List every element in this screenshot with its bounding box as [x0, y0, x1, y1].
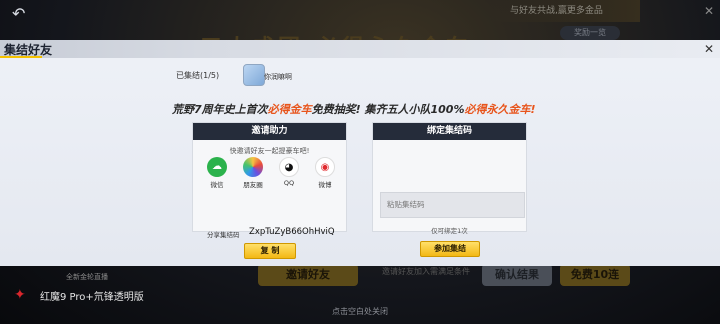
- headline-prefix: 荒野7周年史上首次: [172, 103, 268, 116]
- top-ticker: 与好友共战,赢更多金品: [490, 0, 640, 22]
- moments-icon: [243, 157, 263, 177]
- gathered-count: 已集结(1/5): [176, 71, 220, 80]
- background-free-button: 免费10连: [560, 264, 630, 286]
- share-qq[interactable]: ◕ QQ: [274, 157, 304, 189]
- avatar-name: 你润嘛啊: [264, 73, 292, 81]
- ticker-text: 与好友共战,赢更多金品: [510, 6, 603, 16]
- bind-panel-header: 绑定集结码: [373, 123, 526, 140]
- gather-friends-modal: 集结好友 ✕ 已集结(1/5) 你润嘛啊 荒野7周年史上首次必得金车免费抽奖! …: [0, 40, 720, 266]
- back-icon[interactable]: ↶: [12, 6, 42, 22]
- tap-blank-to-close[interactable]: 点击空白处关闭: [0, 306, 720, 317]
- background-invite-button: 邀请好友: [258, 264, 358, 286]
- share-code-label: 分享集结码: [207, 231, 240, 239]
- share-label: 微博: [318, 181, 332, 189]
- title-accent-bar: [0, 56, 42, 58]
- headline-highlight-2: 必得永久金车!: [464, 103, 536, 116]
- bind-note: 仅可绑定1次: [431, 227, 468, 235]
- share-code-value: ZxpTuZyB66OhHviQ: [249, 227, 335, 237]
- avatar[interactable]: [243, 64, 265, 86]
- qq-icon: ◕: [279, 157, 299, 177]
- close-icon[interactable]: ✕: [702, 42, 716, 56]
- redmagic-logo-icon: ✦: [14, 287, 26, 303]
- modal-header: 集结好友 ✕: [0, 40, 720, 58]
- weibo-icon: ◉: [315, 157, 335, 177]
- background-left-note: 全新金轮直播: [66, 273, 108, 281]
- copy-button[interactable]: 复 制: [244, 243, 296, 259]
- headline-mid: 免费抽奖! 集齐五人小队100%: [311, 103, 465, 116]
- share-label: 朋友圈: [243, 181, 263, 189]
- brand-text: 红魔9 Pro+氘锋透明版: [40, 292, 144, 303]
- promo-headline: 荒野7周年史上首次必得金车免费抽奖! 集齐五人小队100%必得永久金车!: [172, 101, 536, 117]
- share-weibo[interactable]: ◉ 微博: [310, 157, 340, 189]
- headline-highlight-1: 必得金车: [267, 103, 312, 116]
- device-watermark: ✦ 红魔9 Pro+氘锋透明版: [14, 286, 214, 304]
- background-note: 邀请好友加入需满足条件: [382, 267, 470, 276]
- share-moments[interactable]: 朋友圈: [238, 157, 268, 189]
- bind-panel: 绑定集结码 粘贴集结码 仅可绑定1次 参加集结: [372, 122, 527, 257]
- gather-code-input[interactable]: 粘贴集结码: [380, 192, 525, 218]
- share-label: QQ: [283, 179, 295, 187]
- share-row: ☁ 微信 朋友圈 ◕ QQ ◉ 微博: [202, 157, 340, 189]
- invite-panel: 邀请助力 快邀请好友一起提豪车吧! ☁ 微信 朋友圈 ◕ QQ ◉ 微博 分享集…: [192, 122, 347, 259]
- invite-tip: 快邀请好友一起提豪车吧!: [229, 147, 310, 155]
- top-close-icon[interactable]: ✕: [704, 4, 714, 18]
- wechat-icon: ☁: [207, 157, 227, 177]
- join-gather-button[interactable]: 参加集结: [420, 241, 480, 257]
- rewards-overview-button: 奖励一览: [560, 26, 620, 40]
- background-confirm-button: 确认结果: [482, 264, 552, 286]
- share-label: 微信: [210, 181, 224, 189]
- invite-panel-header: 邀请助力: [193, 123, 346, 140]
- share-wechat[interactable]: ☁ 微信: [202, 157, 232, 189]
